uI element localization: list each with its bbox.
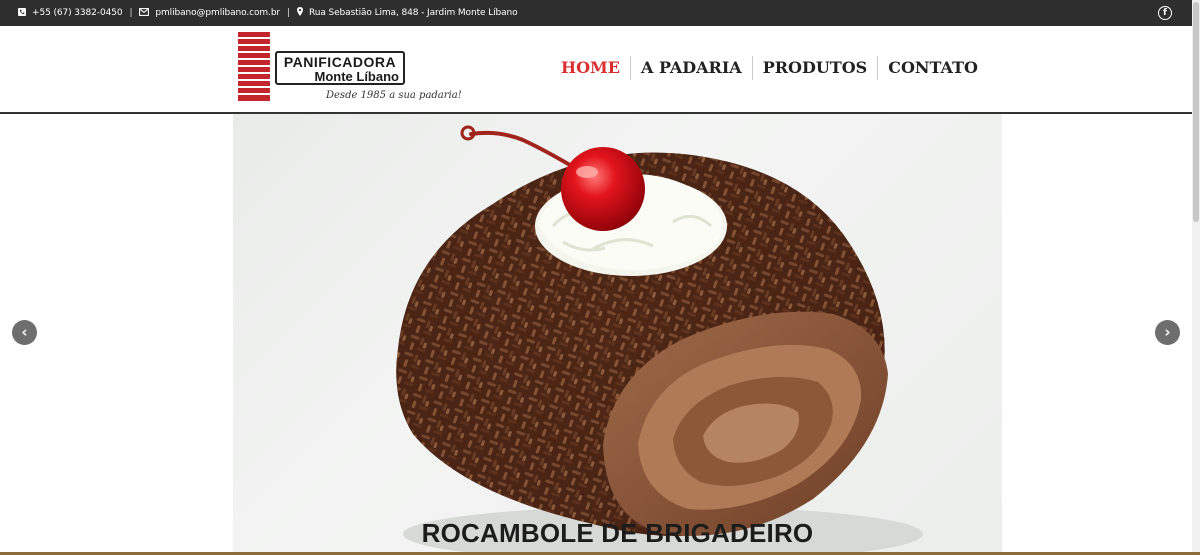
main-nav: HOME A PADARIA PRODUTOS CONTATO: [551, 56, 988, 80]
logo-line-2: Monte Líbano: [314, 69, 400, 84]
logo[interactable]: PANIFICADORA Monte Líbano Desde 1985 a s…: [238, 32, 468, 108]
separator: |: [129, 8, 133, 18]
slide-image: ROCAMBOLE DE BRIGADEIRO: [233, 114, 1002, 555]
logo-wordmark-box: PANIFICADORA Monte Líbano: [275, 51, 405, 85]
address-text: Rua Sebastião Lima, 848 - Jardim Monte L…: [308, 8, 518, 18]
envelope-icon: [139, 7, 150, 19]
logo-line-1: PANIFICADORA: [283, 54, 397, 70]
cake-illustration: [396, 125, 923, 555]
phone-item: +55 (67) 3382-0450: [18, 7, 123, 19]
logo-stripes: [238, 32, 270, 104]
phone-text[interactable]: +55 (67) 3382-0450: [32, 8, 123, 18]
email-link[interactable]: pmlibano@pmlibano.com.br: [155, 8, 280, 18]
hero-slider: ROCAMBOLE DE BRIGADEIRO ‹ ›: [0, 114, 1200, 555]
chevron-left-icon[interactable]: ‹: [12, 320, 37, 345]
scrollbar-thumb[interactable]: [1193, 2, 1199, 222]
phone-icon: [18, 7, 26, 19]
email-item: pmlibano@pmlibano.com.br: [139, 7, 280, 19]
slide-caption: ROCAMBOLE DE BRIGADEIRO: [421, 518, 814, 548]
contact-info: +55 (67) 3382-0450 | pmlibano@pmlibano.c…: [18, 0, 518, 26]
address-item: Rua Sebastião Lima, 848 - Jardim Monte L…: [296, 7, 518, 19]
nav-contato[interactable]: CONTATO: [877, 56, 988, 80]
page-scrollbar[interactable]: [1192, 0, 1200, 555]
top-bar: +55 (67) 3382-0450 | pmlibano@pmlibano.c…: [0, 0, 1200, 26]
site-header: PANIFICADORA Monte Líbano Desde 1985 a s…: [0, 26, 1200, 114]
map-marker-icon: [296, 7, 303, 19]
nav-home[interactable]: HOME: [551, 56, 630, 80]
logo-tagline: Desde 1985 a sua padaria!: [326, 90, 462, 101]
nav-produtos[interactable]: PRODUTOS: [751, 56, 878, 80]
nav-a-padaria[interactable]: A PADARIA: [629, 56, 752, 80]
chevron-right-icon[interactable]: ›: [1155, 320, 1180, 345]
separator: |: [287, 8, 290, 18]
facebook-icon[interactable]: f: [1158, 6, 1172, 20]
